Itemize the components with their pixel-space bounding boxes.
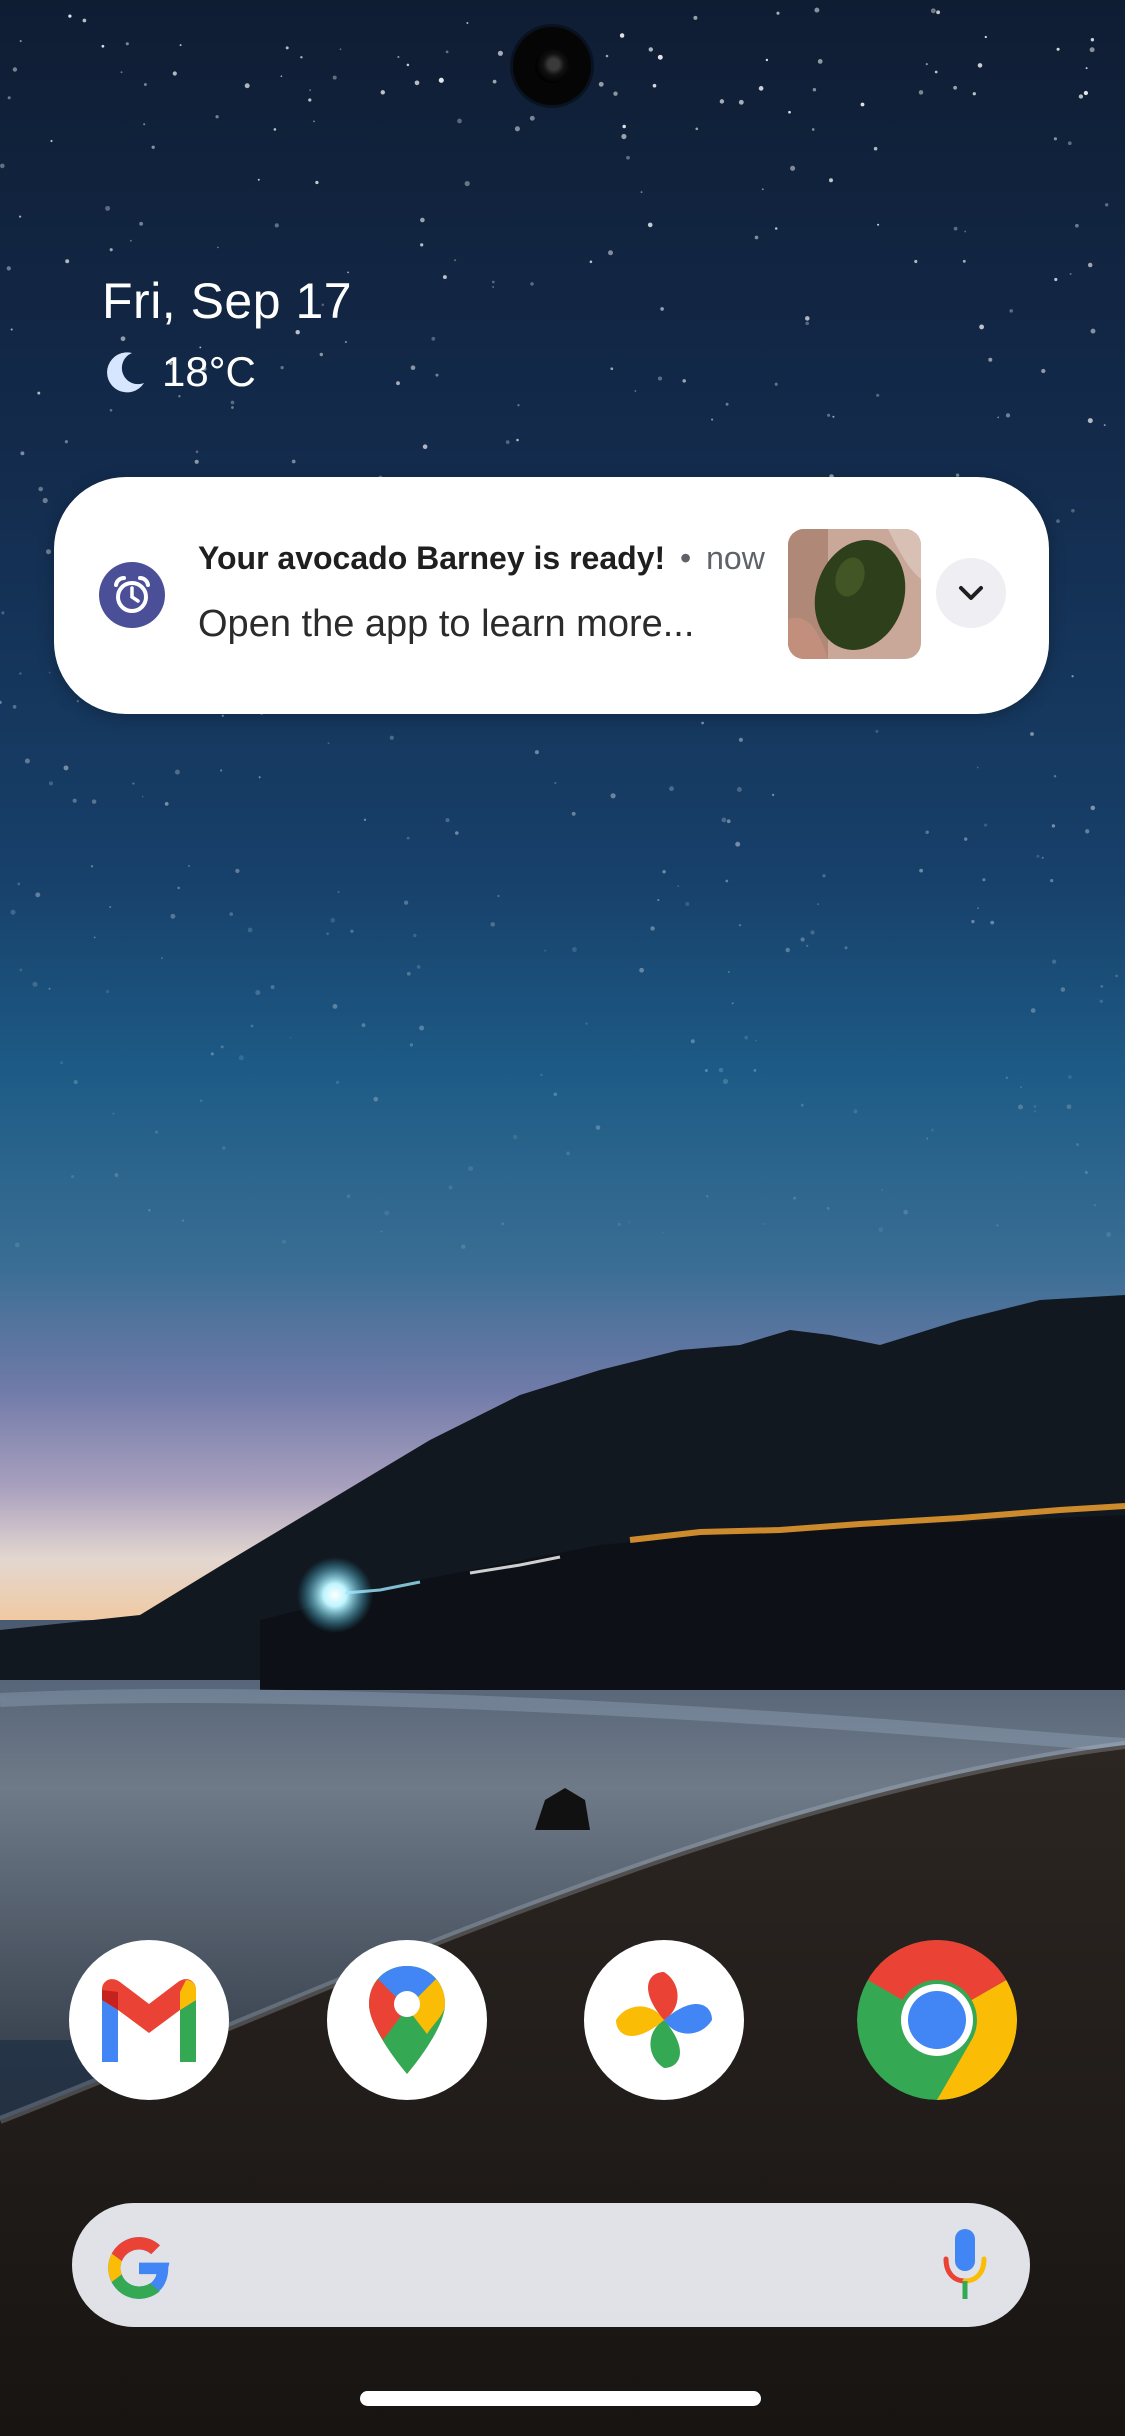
notification-header: Your avocado Barney is ready! • now (198, 540, 765, 577)
expand-button[interactable] (936, 558, 1006, 628)
notification-card[interactable]: Your avocado Barney is ready! • now Open… (54, 477, 1049, 714)
alarm-clock-icon (99, 562, 165, 628)
notification-time: now (706, 540, 765, 576)
maps-pin-icon (369, 1966, 445, 2074)
temperature-label: 18°C (162, 348, 256, 395)
notification-separator: • (680, 540, 692, 576)
home-screen: Fri, Sep 17 18°C Your avocado Barney is … (0, 0, 1125, 2436)
home-indicator[interactable] (360, 2391, 761, 2406)
at-a-glance-widget[interactable]: Fri, Sep 17 18°C (102, 268, 352, 400)
gmail-icon (102, 1979, 196, 2062)
maps-app-icon[interactable] (327, 1940, 487, 2100)
photos-pinwheel-icon (616, 1972, 712, 2068)
chevron-down-icon (959, 586, 983, 600)
weather-row[interactable]: 18°C (102, 344, 352, 400)
notification-body: Open the app to learn more... (198, 603, 695, 645)
notification-title: Your avocado Barney is ready! (198, 540, 666, 576)
photos-app-icon[interactable] (584, 1940, 744, 2100)
chrome-app-icon[interactable] (857, 1940, 1017, 2100)
google-g-icon (108, 2237, 170, 2299)
moon-icon (107, 352, 144, 393)
chrome-icon (857, 1940, 1017, 2100)
date-label[interactable]: Fri, Sep 17 (102, 268, 352, 334)
avocado-photo (788, 529, 921, 659)
front-camera (513, 27, 591, 105)
microphone-icon[interactable] (938, 2227, 992, 2303)
gmail-app-icon[interactable] (69, 1940, 229, 2100)
google-search-bar[interactable] (72, 2203, 1030, 2327)
